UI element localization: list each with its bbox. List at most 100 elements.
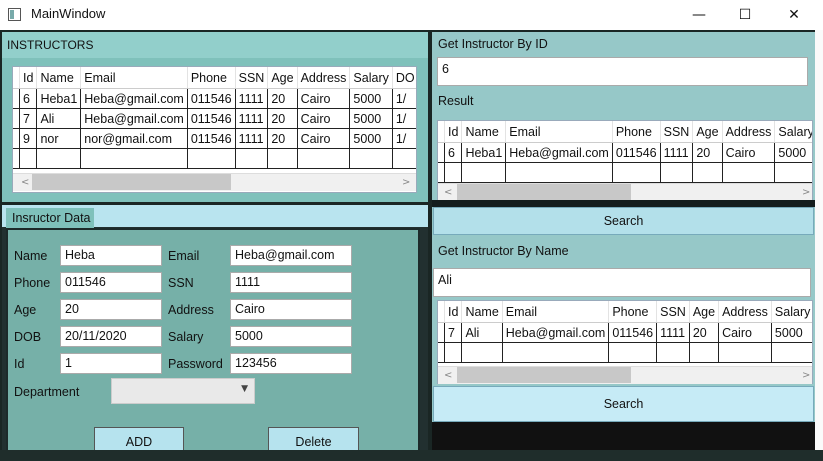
column-header[interactable]: Id bbox=[19, 67, 38, 89]
table-cell[interactable]: 011546 bbox=[187, 88, 236, 109]
column-header[interactable]: Name bbox=[461, 301, 503, 323]
table-cell[interactable] bbox=[689, 342, 720, 363]
table-cell[interactable]: 1111 bbox=[235, 108, 269, 129]
search-by-id-button[interactable]: Search bbox=[433, 207, 814, 235]
table-cell[interactable] bbox=[461, 342, 503, 363]
id-field[interactable]: 1 bbox=[60, 353, 162, 374]
table-row[interactable]: 7 Ali Heba@gmail.com 011546 1111 20 Cair… bbox=[438, 322, 812, 343]
search-by-name-button[interactable]: Search bbox=[433, 386, 814, 422]
scrollbar-thumb[interactable] bbox=[457, 184, 631, 200]
table-cell[interactable]: Cairo bbox=[297, 128, 351, 149]
table-cell[interactable] bbox=[771, 342, 812, 363]
table-cell[interactable]: 1/ bbox=[392, 108, 416, 129]
scroll-left-icon[interactable]: < bbox=[444, 187, 452, 198]
table-cell[interactable]: 6 bbox=[19, 88, 38, 109]
table-cell[interactable]: Cairo bbox=[297, 88, 351, 109]
table-cell[interactable] bbox=[612, 162, 661, 183]
table-cell[interactable]: 1111 bbox=[660, 142, 694, 163]
table-cell[interactable]: Heba@gmail.com bbox=[505, 142, 613, 163]
column-header[interactable]: Age bbox=[689, 301, 720, 323]
password-field[interactable]: 123456 bbox=[230, 353, 352, 374]
name-search-input[interactable]: Ali bbox=[433, 268, 811, 297]
table-cell[interactable]: 5000 bbox=[349, 128, 393, 149]
table-cell[interactable]: Heba1 bbox=[461, 142, 507, 163]
table-cell[interactable]: 5000 bbox=[771, 322, 812, 343]
table-cell[interactable]: 011546 bbox=[187, 128, 236, 149]
table-cell[interactable]: 20 bbox=[267, 108, 298, 129]
table-cell[interactable]: nor@gmail.com bbox=[80, 128, 188, 149]
table-cell[interactable] bbox=[505, 162, 613, 183]
minimize-button[interactable]: — bbox=[676, 0, 722, 30]
table-row[interactable]: 6 Heba1 Heba@gmail.com 011546 1111 20 Ca… bbox=[13, 88, 416, 109]
table-cell[interactable]: nor bbox=[36, 128, 82, 149]
scroll-left-icon[interactable]: < bbox=[444, 370, 452, 381]
table-cell[interactable]: 011546 bbox=[187, 108, 236, 129]
table-cell[interactable]: 20 bbox=[692, 142, 723, 163]
table-row[interactable]: 6 Heba1 Heba@gmail.com 011546 1111 20 Ca… bbox=[438, 142, 812, 163]
new-item-row[interactable] bbox=[13, 148, 416, 169]
table-cell[interactable] bbox=[80, 148, 188, 169]
column-header[interactable]: Address bbox=[722, 121, 776, 143]
column-header[interactable]: SSN bbox=[656, 301, 690, 323]
column-header[interactable]: Phone bbox=[612, 121, 661, 143]
table-cell[interactable]: Heba1 bbox=[36, 88, 82, 109]
department-dropdown[interactable]: ▼ bbox=[111, 378, 255, 404]
table-cell[interactable] bbox=[267, 148, 298, 169]
column-header[interactable]: Email bbox=[80, 67, 188, 89]
id-search-input[interactable]: 6 bbox=[437, 57, 808, 86]
table-cell[interactable] bbox=[692, 162, 723, 183]
table-cell[interactable]: 20 bbox=[267, 128, 298, 149]
table-cell[interactable] bbox=[774, 162, 812, 183]
table-row[interactable]: 7 Ali Heba@gmail.com 011546 1111 20 Cair… bbox=[13, 108, 416, 129]
table-cell[interactable]: 1111 bbox=[656, 322, 690, 343]
new-item-row[interactable] bbox=[438, 162, 812, 183]
table-cell[interactable]: 20 bbox=[267, 88, 298, 109]
column-header[interactable]: Address bbox=[297, 67, 351, 89]
table-cell[interactable] bbox=[718, 342, 772, 363]
table-cell[interactable] bbox=[444, 342, 463, 363]
column-header[interactable]: Name bbox=[461, 121, 507, 143]
dob-field[interactable]: 20/11/2020 bbox=[60, 326, 162, 347]
column-header[interactable]: Email bbox=[502, 301, 610, 323]
column-header[interactable]: Salary bbox=[774, 121, 812, 143]
table-cell[interactable] bbox=[19, 148, 38, 169]
table-cell[interactable]: 011546 bbox=[608, 322, 658, 343]
column-header[interactable]: Age bbox=[267, 67, 298, 89]
new-item-row[interactable] bbox=[438, 342, 812, 363]
email-field[interactable]: Heba@gmail.com bbox=[230, 245, 352, 266]
column-header[interactable]: Salary bbox=[349, 67, 393, 89]
age-field[interactable]: 20 bbox=[60, 299, 162, 320]
table-cell[interactable] bbox=[722, 162, 776, 183]
scroll-right-icon[interactable]: > bbox=[802, 370, 810, 381]
phone-field[interactable]: 011546 bbox=[60, 272, 162, 293]
table-cell[interactable] bbox=[187, 148, 236, 169]
table-cell[interactable]: 011546 bbox=[612, 142, 661, 163]
column-header[interactable]: Phone bbox=[608, 301, 658, 323]
scroll-right-icon[interactable]: > bbox=[802, 187, 810, 198]
table-cell[interactable]: Cairo bbox=[718, 322, 772, 343]
table-cell[interactable] bbox=[349, 148, 393, 169]
scrollbar-thumb[interactable] bbox=[457, 367, 631, 383]
column-header[interactable]: Salary bbox=[771, 301, 812, 323]
table-cell[interactable]: Heba@gmail.com bbox=[80, 88, 188, 109]
column-header[interactable]: SSN bbox=[235, 67, 269, 89]
column-header[interactable]: Id bbox=[444, 301, 463, 323]
table-cell[interactable] bbox=[608, 342, 658, 363]
name-field[interactable]: Heba bbox=[60, 245, 162, 266]
table-cell[interactable] bbox=[235, 148, 269, 169]
ssn-field[interactable]: 1111 bbox=[230, 272, 352, 293]
table-cell[interactable]: 7 bbox=[444, 322, 463, 343]
address-field[interactable]: Cairo bbox=[230, 299, 352, 320]
table-cell[interactable] bbox=[660, 162, 694, 183]
column-header[interactable]: Phone bbox=[187, 67, 236, 89]
column-header[interactable]: Email bbox=[505, 121, 613, 143]
close-button[interactable]: ✕ bbox=[771, 0, 817, 30]
table-cell[interactable] bbox=[502, 342, 610, 363]
table-cell[interactable]: Cairo bbox=[297, 108, 351, 129]
column-header[interactable]: Address bbox=[718, 301, 772, 323]
table-cell[interactable] bbox=[461, 162, 507, 183]
salary-field[interactable]: 5000 bbox=[230, 326, 352, 347]
column-header[interactable]: Name bbox=[36, 67, 82, 89]
table-cell[interactable]: 5000 bbox=[349, 88, 393, 109]
scrollbar-thumb[interactable] bbox=[32, 174, 231, 190]
